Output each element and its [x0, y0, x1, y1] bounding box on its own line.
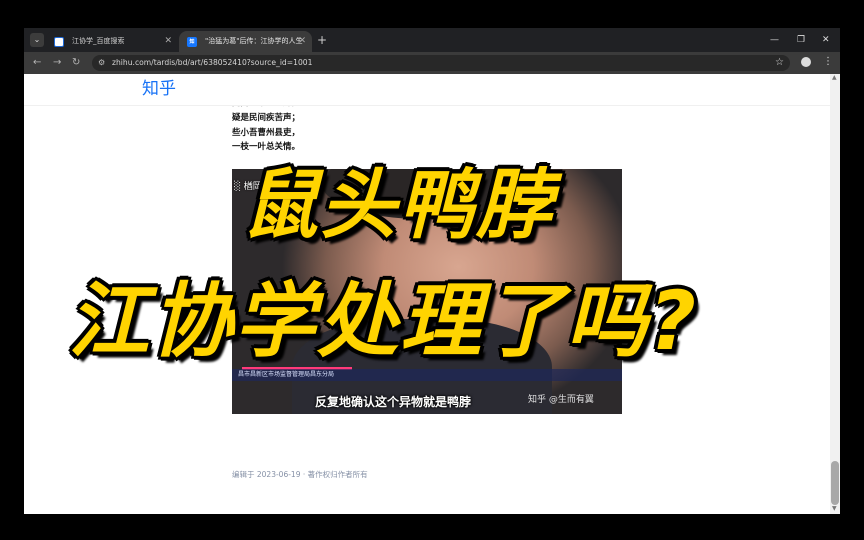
url-text[interactable]: zhihu.com/tardis/bd/art/638052410?source…	[112, 55, 312, 71]
more-menu-icon[interactable]: ⋮	[823, 55, 833, 69]
tab-baidu-search[interactable]: 江协学_百度搜索 ✕	[46, 31, 178, 52]
overlay-caption-line2: 江协学处理了吗?	[68, 275, 698, 369]
minimize-icon[interactable]: —	[770, 33, 779, 47]
close-icon[interactable]: ✕	[164, 31, 172, 52]
restore-icon[interactable]: ❐	[797, 33, 805, 47]
close-icon[interactable]: ✕	[298, 31, 306, 52]
edit-info: 编辑于 2023-06-19 · 著作权归作者所有	[232, 470, 368, 479]
video-subtitle: 反复地确认这个异物就是鸭脖	[315, 395, 472, 409]
back-arrow-icon[interactable]: ←	[33, 56, 41, 70]
forward-arrow-icon[interactable]: →	[53, 56, 61, 70]
site-info-icon[interactable]: ⚙	[98, 57, 105, 69]
overlay-caption-line1: 鼠头鸭脖	[242, 160, 554, 249]
window-close-icon[interactable]: ✕	[822, 33, 830, 47]
reload-icon[interactable]: ↻	[72, 56, 80, 70]
poem-line: 些小吾曹州县吏，	[232, 128, 301, 138]
scrollbar[interactable]: ▲ ▼	[830, 74, 840, 514]
zhihu-icon: 知	[187, 37, 197, 47]
tab-title: 江协学_百度搜索	[72, 37, 125, 45]
video-watermark: 知乎 @生而有翼	[528, 395, 594, 405]
tab-zhihu-article[interactable]: 知 "治猛为葛"后传：江协学的人生 ✕	[179, 31, 312, 52]
toolbar: ← → ↻ ⚙ zhihu.com/tardis/bd/art/63805241…	[24, 52, 840, 74]
scrollbar-thumb[interactable]	[831, 461, 839, 505]
address-bar[interactable]: ⚙ zhihu.com/tardis/bd/art/638052410?sour…	[92, 55, 790, 71]
bookmark-star-icon[interactable]: ☆	[775, 55, 784, 71]
profile-icon[interactable]	[801, 57, 811, 67]
poem-line: 一枝一叶总关情。	[232, 142, 301, 152]
tab-strip: ⌄ 江协学_百度搜索 ✕ 知 "治猛为葛"后传：江协学的人生 ✕ + — ❐ ✕	[24, 28, 840, 52]
zhihu-logo[interactable]: 知乎	[142, 78, 176, 100]
baidu-icon	[54, 37, 64, 47]
scroll-down-icon[interactable]: ▼	[832, 505, 837, 512]
site-header: 知乎	[24, 74, 830, 106]
new-tab-button[interactable]: +	[317, 33, 327, 47]
scroll-up-icon[interactable]: ▲	[832, 74, 837, 81]
tab-search-button[interactable]: ⌄	[30, 33, 44, 47]
poem-line: 疑是民间疾苦声；	[232, 113, 301, 123]
tab-title: "治猛为葛"后传：江协学的人生	[205, 37, 303, 45]
browser-window: ⌄ 江协学_百度搜索 ✕ 知 "治猛为葛"后传：江协学的人生 ✕ + — ❐ ✕…	[24, 28, 840, 514]
